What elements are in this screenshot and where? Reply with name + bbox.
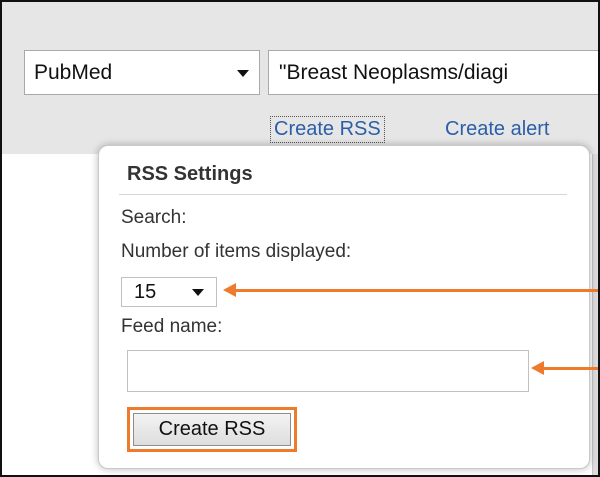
database-select-value: PubMed bbox=[34, 61, 113, 84]
popup-divider bbox=[119, 194, 567, 195]
popup-title: RSS Settings bbox=[127, 163, 253, 185]
screenshot-frame: PubMed "Breast Neoplasms/diagi Create RS… bbox=[0, 0, 600, 477]
search-label: Search: bbox=[121, 207, 187, 228]
create-rss-link[interactable]: Create RSS bbox=[270, 116, 385, 143]
feed-name-label: Feed name: bbox=[121, 316, 223, 337]
arrow-left-icon bbox=[223, 283, 598, 297]
chevron-down-icon bbox=[192, 289, 204, 296]
items-count-value: 15 bbox=[134, 281, 157, 303]
search-header: PubMed "Breast Neoplasms/diagi Create RS… bbox=[2, 2, 598, 154]
database-select[interactable]: PubMed bbox=[24, 50, 260, 95]
search-query-text: "Breast Neoplasms/diagi bbox=[279, 61, 509, 84]
rss-settings-popup: RSS Settings Search: Number of items dis… bbox=[98, 145, 590, 469]
create-rss-button[interactable]: Create RSS bbox=[133, 413, 291, 446]
chevron-down-icon bbox=[237, 70, 249, 77]
items-count-label: Number of items displayed: bbox=[121, 241, 352, 262]
search-input[interactable]: "Breast Neoplasms/diagi bbox=[268, 50, 598, 95]
side-panel-edge bbox=[592, 154, 598, 475]
create-alert-link[interactable]: Create alert bbox=[445, 118, 550, 141]
arrow-left-icon bbox=[531, 361, 598, 375]
items-count-select[interactable]: 15 bbox=[121, 277, 217, 307]
create-rss-highlight: Create RSS bbox=[127, 407, 297, 452]
feed-name-input[interactable] bbox=[127, 350, 529, 392]
